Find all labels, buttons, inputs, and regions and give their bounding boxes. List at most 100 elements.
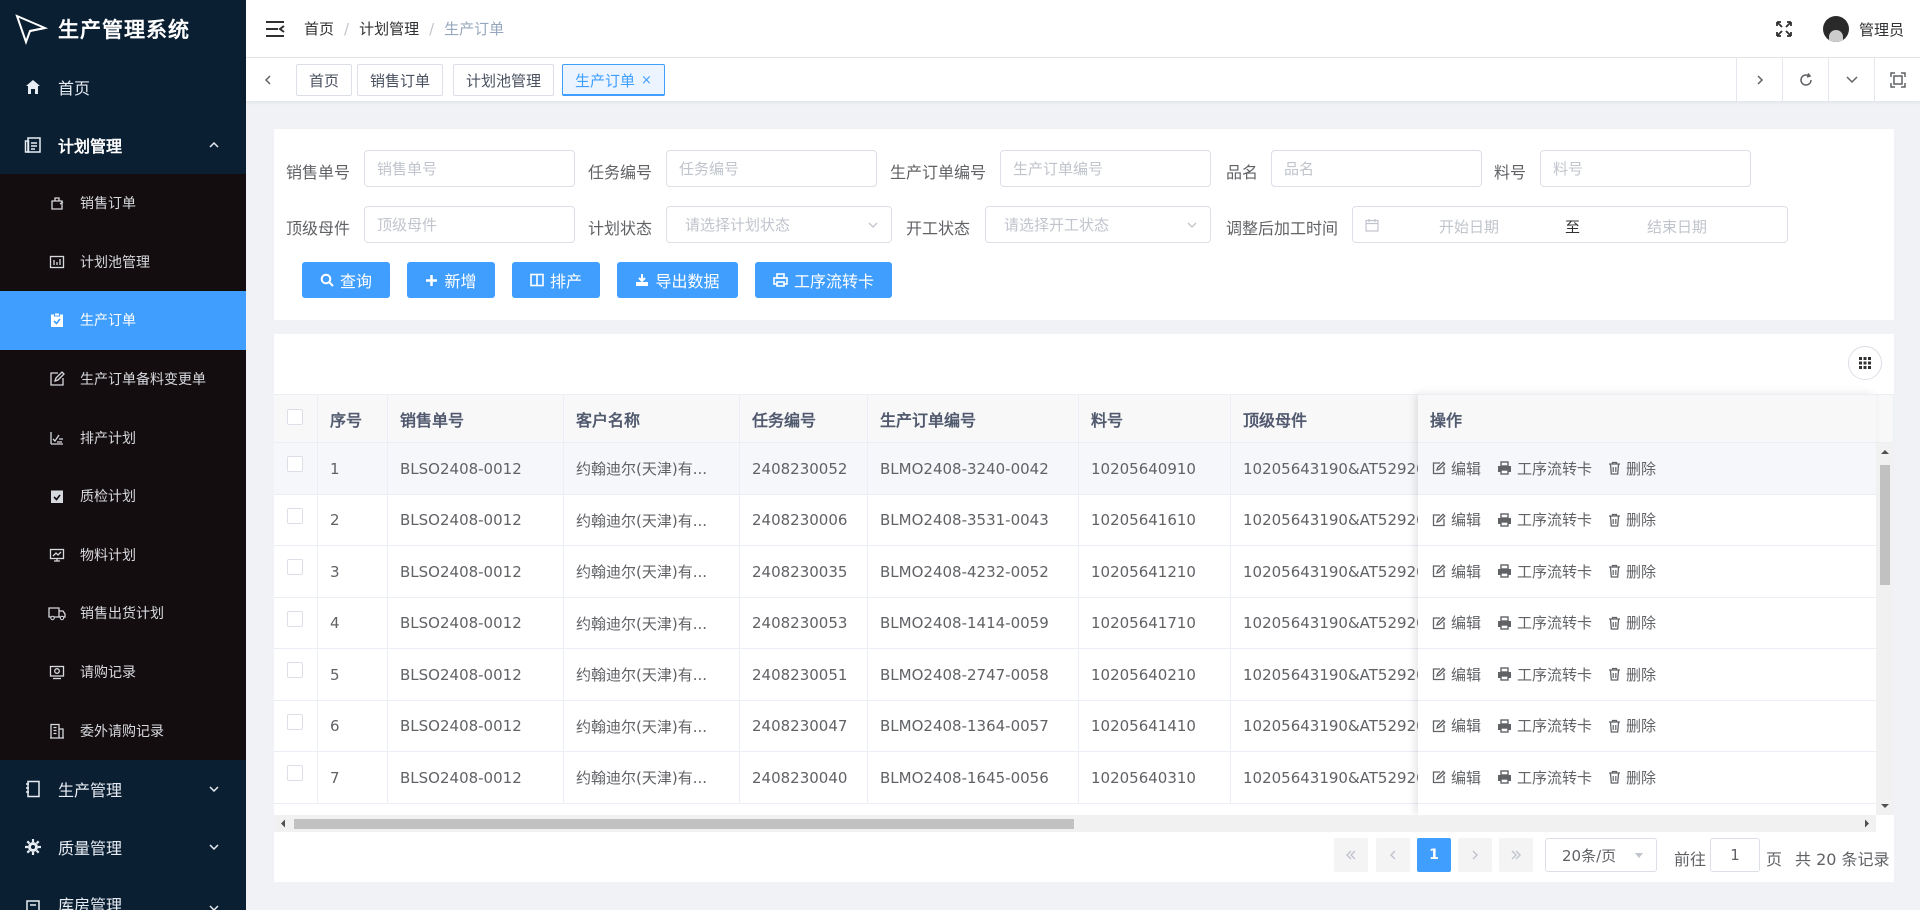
tags-scroll-right[interactable] xyxy=(1736,58,1782,102)
scroll-up-icon[interactable] xyxy=(1876,446,1894,458)
chevron-down-icon xyxy=(209,844,219,850)
row-checkbox[interactable] xyxy=(287,559,303,575)
process-card-link[interactable]: 工序流转卡 xyxy=(1497,509,1592,530)
page-size-select[interactable]: 20条/页 xyxy=(1545,838,1657,872)
edit-button[interactable]: 编辑 xyxy=(1432,509,1481,530)
page-number-1[interactable]: 1 xyxy=(1417,838,1451,872)
column-settings-button[interactable] xyxy=(1848,346,1882,380)
sidebar-item-sales-order[interactable]: 销售订单 xyxy=(0,174,246,233)
delete-button[interactable]: 删除 xyxy=(1608,561,1656,582)
tags-scroll-left[interactable] xyxy=(246,58,290,102)
sidebar-item-qc-plan[interactable]: 质检计划 xyxy=(0,467,246,526)
horizontal-scroll-thumb[interactable] xyxy=(294,819,1074,829)
sidebar-group-quality[interactable]: 质量管理 xyxy=(0,818,246,876)
sidebar-item-home[interactable]: 首页 xyxy=(0,58,246,116)
part-no-input[interactable]: 料号 xyxy=(1540,150,1751,187)
tab-home[interactable]: 首页 xyxy=(296,64,353,96)
last-page-button[interactable] xyxy=(1499,838,1533,872)
task-no-input[interactable]: 任务编号 xyxy=(666,150,877,187)
delete-button[interactable]: 删除 xyxy=(1608,664,1656,685)
sidebar-group-plan[interactable]: 计划管理 xyxy=(0,116,246,174)
sales-no-input[interactable]: 销售单号 xyxy=(364,150,575,187)
col-header-order-no[interactable]: 生产订单编号 xyxy=(868,395,1079,443)
row-checkbox[interactable] xyxy=(287,662,303,678)
scroll-left-icon[interactable] xyxy=(277,815,289,832)
app-logo[interactable]: 生产管理系统 xyxy=(0,0,246,58)
top-parent-input[interactable]: 顶级母件 xyxy=(364,206,575,243)
date-range-picker[interactable]: 开始日期 至 结束日期 xyxy=(1352,206,1788,243)
delete-button[interactable]: 删除 xyxy=(1608,612,1656,633)
col-header-sales-no[interactable]: 销售单号 xyxy=(388,395,564,443)
goto-page-input[interactable]: 1 xyxy=(1710,838,1760,872)
next-page-button[interactable] xyxy=(1458,838,1492,872)
process-card-link[interactable]: 工序流转卡 xyxy=(1497,458,1592,479)
sidebar-item-outsource-record[interactable]: 委外请购记录 xyxy=(0,701,246,760)
delete-button[interactable]: 删除 xyxy=(1608,458,1656,479)
breadcrumb-home[interactable]: 首页 xyxy=(304,20,334,38)
sidebar-item-production-order[interactable]: 生产订单 xyxy=(0,291,246,350)
start-status-select[interactable]: 请选择开工状态 xyxy=(985,206,1211,243)
edit-button[interactable]: 编辑 xyxy=(1432,715,1481,736)
row-checkbox[interactable] xyxy=(287,765,303,781)
first-page-button[interactable] xyxy=(1334,838,1368,872)
delete-button[interactable]: 删除 xyxy=(1608,509,1656,530)
add-button[interactable]: 新增 xyxy=(407,262,495,298)
sidebar-item-plan-pool[interactable]: 计划池管理 xyxy=(0,233,246,292)
sidebar-item-purchase-record[interactable]: 请购记录 xyxy=(0,643,246,702)
export-button[interactable]: 导出数据 xyxy=(617,262,738,298)
edit-button[interactable]: 编辑 xyxy=(1432,561,1481,582)
refresh-button[interactable] xyxy=(1782,58,1828,102)
sidebar-item-material-plan[interactable]: 物料计划 xyxy=(0,526,246,585)
sidebar-item-shipment-plan[interactable]: 销售出货计划 xyxy=(0,584,246,643)
col-header-no[interactable]: 序号 xyxy=(318,395,388,443)
maximize-button[interactable] xyxy=(1874,58,1920,102)
process-card-link[interactable]: 工序流转卡 xyxy=(1497,612,1592,633)
start-date-input[interactable]: 开始日期 xyxy=(1439,216,1499,237)
product-name-input[interactable]: 品名 xyxy=(1271,150,1482,187)
row-checkbox[interactable] xyxy=(287,507,303,524)
prev-page-button[interactable] xyxy=(1376,838,1410,872)
breadcrumb-plan[interactable]: 计划管理 xyxy=(359,20,419,38)
query-button[interactable]: 查询 xyxy=(302,262,390,298)
edit-button[interactable]: 编辑 xyxy=(1432,458,1481,479)
process-card-link[interactable]: 工序流转卡 xyxy=(1497,767,1592,788)
edit-button[interactable]: 编辑 xyxy=(1432,767,1481,788)
vertical-scrollbar[interactable] xyxy=(1876,443,1894,815)
delete-button[interactable]: 删除 xyxy=(1608,767,1656,788)
process-card-link[interactable]: 工序流转卡 xyxy=(1497,561,1592,582)
menu-fold-icon[interactable] xyxy=(264,18,286,40)
row-checkbox[interactable] xyxy=(287,610,303,627)
user-name[interactable]: 管理员 xyxy=(1859,19,1904,40)
close-icon[interactable]: × xyxy=(641,73,652,88)
scroll-down-icon[interactable] xyxy=(1876,800,1894,812)
process-card-link[interactable]: 工序流转卡 xyxy=(1497,715,1592,736)
tab-plan-pool[interactable]: 计划池管理 xyxy=(453,64,555,96)
row-checkbox[interactable] xyxy=(287,456,303,472)
sidebar-group-warehouse[interactable]: 库房管理 xyxy=(0,876,246,910)
col-header-customer[interactable]: 客户名称 xyxy=(564,395,740,443)
avatar[interactable] xyxy=(1822,16,1849,42)
scroll-right-icon[interactable] xyxy=(1861,815,1873,832)
tab-production-order[interactable]: 生产订单 × xyxy=(562,64,665,96)
edit-button[interactable]: 编辑 xyxy=(1432,612,1481,633)
tags-dropdown[interactable] xyxy=(1828,58,1874,102)
delete-button[interactable]: 删除 xyxy=(1608,715,1656,736)
row-checkbox[interactable] xyxy=(287,713,303,730)
horizontal-scrollbar[interactable] xyxy=(274,815,1876,832)
col-header-part-no[interactable]: 料号 xyxy=(1079,395,1231,443)
sidebar-group-production[interactable]: 生产管理 xyxy=(0,760,246,818)
process-card-button[interactable]: 工序流转卡 xyxy=(755,262,892,298)
fullscreen-icon[interactable] xyxy=(1775,20,1793,38)
sidebar-item-schedule[interactable]: 排产计划 xyxy=(0,408,246,467)
select-all-checkbox[interactable] xyxy=(287,409,303,425)
col-header-task-no[interactable]: 任务编号 xyxy=(740,395,868,443)
plan-status-select[interactable]: 请选择计划状态 xyxy=(666,206,892,243)
vertical-scroll-thumb[interactable] xyxy=(1880,465,1890,585)
tab-sales-order[interactable]: 销售订单 xyxy=(357,64,444,96)
process-card-link[interactable]: 工序流转卡 xyxy=(1497,664,1592,685)
sidebar-item-material-change[interactable]: 生产订单备料变更单 xyxy=(0,350,246,409)
end-date-input[interactable]: 结束日期 xyxy=(1647,216,1707,237)
order-no-input[interactable]: 生产订单编号 xyxy=(1000,150,1211,187)
schedule-button[interactable]: 排产 xyxy=(512,262,600,298)
edit-button[interactable]: 编辑 xyxy=(1432,664,1481,685)
